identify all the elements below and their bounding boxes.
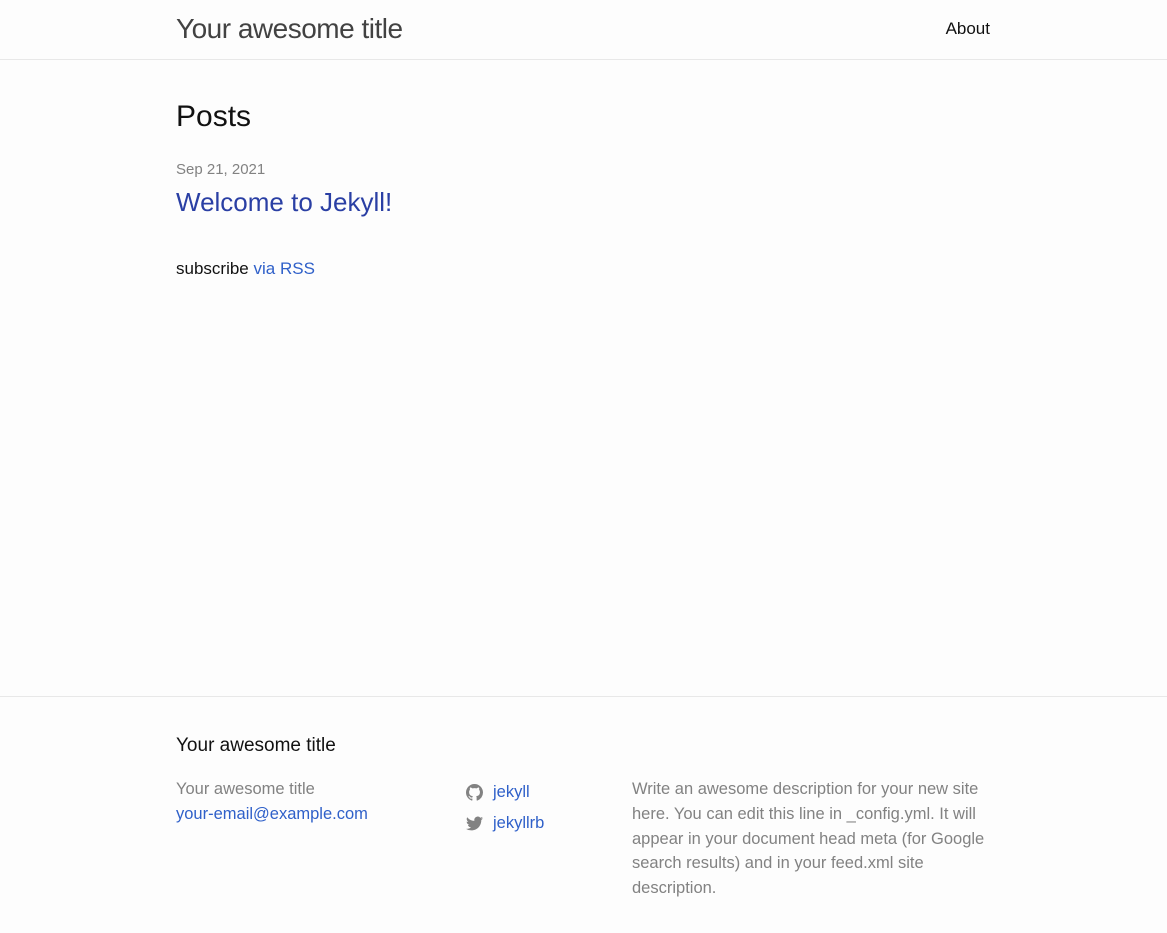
footer-contact-name: Your awesome title xyxy=(176,780,315,798)
github-username: jekyll xyxy=(493,783,530,801)
footer-email-link[interactable]: your-email@example.com xyxy=(176,802,368,827)
rss-link[interactable]: via RSS xyxy=(254,259,315,278)
page-heading: Posts xyxy=(176,100,252,133)
github-icon xyxy=(466,784,483,801)
post-title-link[interactable]: Welcome to Jekyll! xyxy=(176,186,392,218)
nav-link-about[interactable]: About xyxy=(946,18,990,40)
site-footer: Your awesome title Your awesome title yo… xyxy=(0,696,1167,933)
footer-description: Write an awesome description for your ne… xyxy=(632,780,985,898)
footer-social-links: jekyll jekyllrb xyxy=(466,777,544,839)
twitter-username: jekyllrb xyxy=(493,814,545,832)
site-title-link[interactable]: Your awesome title xyxy=(176,12,403,46)
twitter-icon xyxy=(466,816,483,831)
post-date: Sep 21, 2021 xyxy=(176,161,266,178)
footer-heading: Your awesome title xyxy=(176,735,336,756)
rss-subscribe: subscribe via RSS xyxy=(176,257,315,281)
rss-prefix: subscribe xyxy=(176,259,249,278)
site-header: Your awesome title About xyxy=(0,0,1167,60)
footer-contact: Your awesome title your-email@example.co… xyxy=(176,777,368,827)
github-link[interactable]: jekyll xyxy=(466,777,544,808)
twitter-link[interactable]: jekyllrb xyxy=(466,808,544,839)
